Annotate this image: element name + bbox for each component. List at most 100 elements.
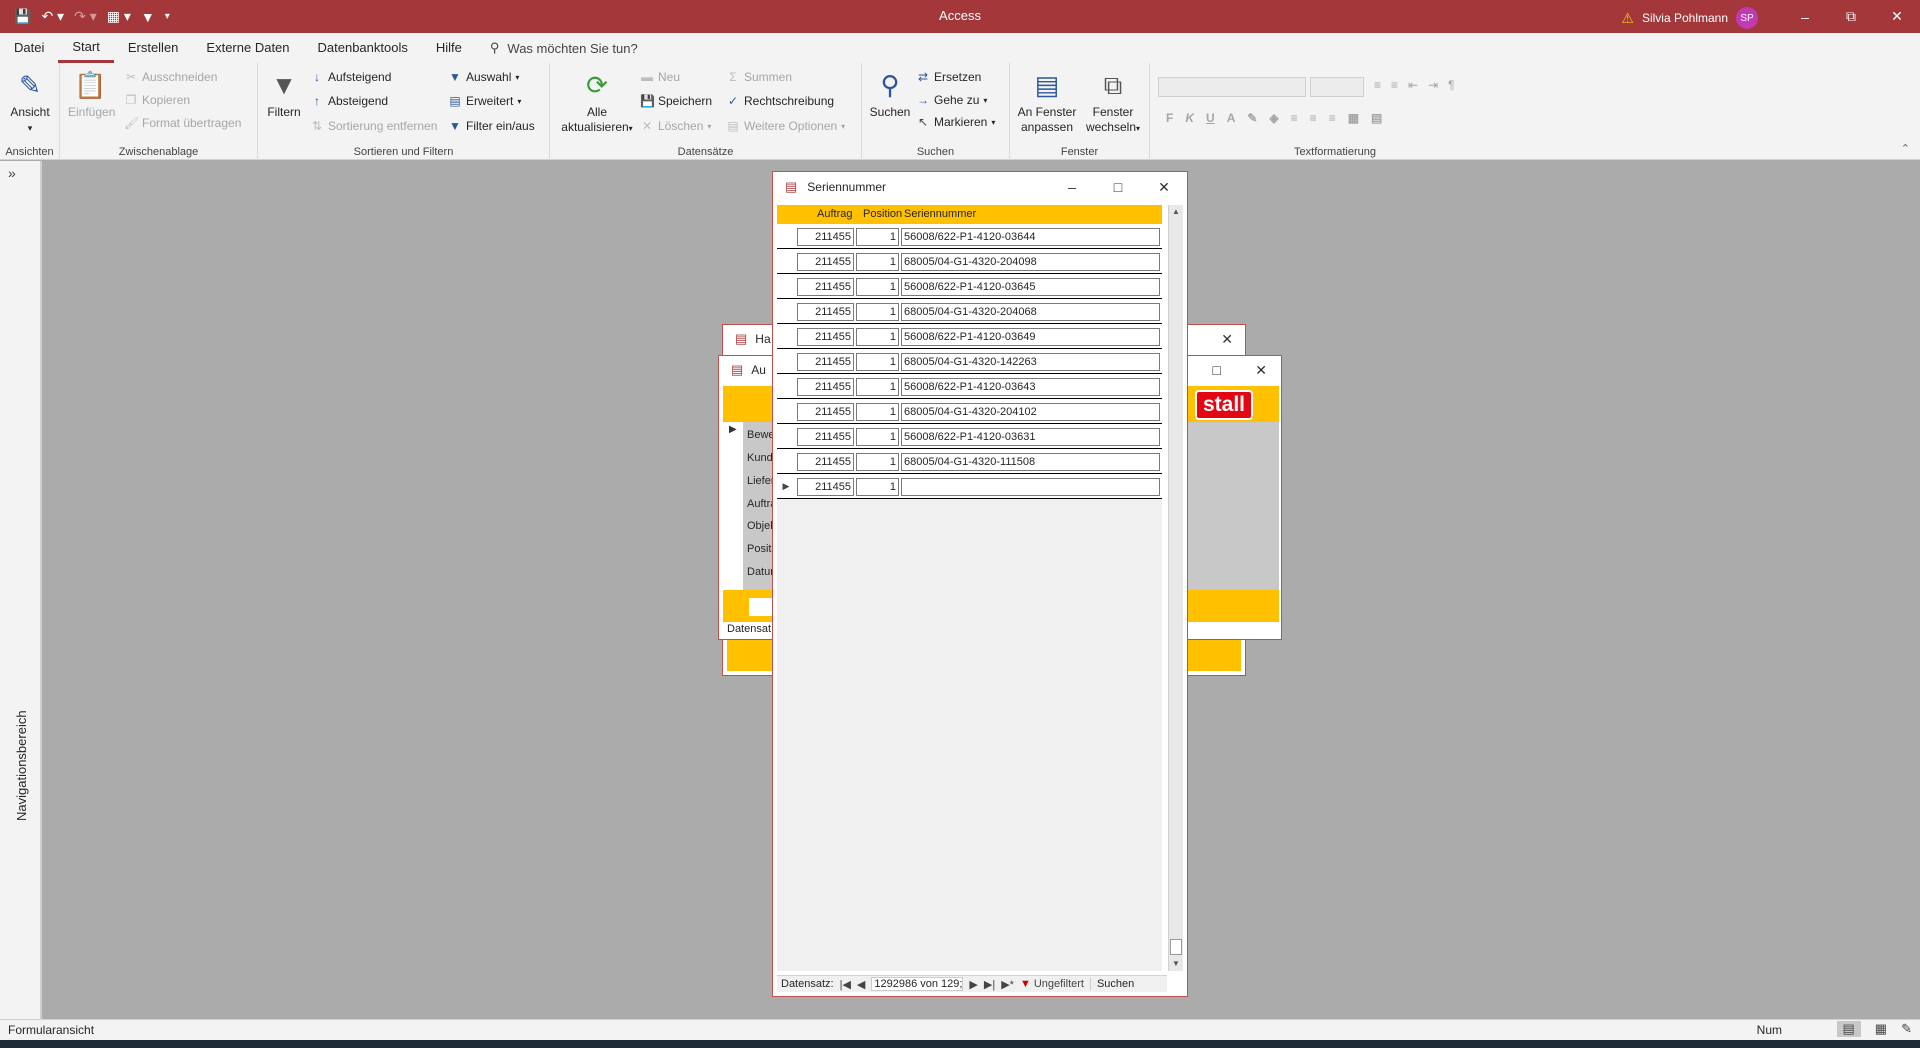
speichern-button[interactable]: 💾 Speichern <box>640 94 712 108</box>
position-field[interactable]: 1 <box>856 328 899 346</box>
font-size-select[interactable] <box>1310 77 1364 97</box>
record-selector[interactable] <box>777 299 795 323</box>
filtern-button[interactable]: ▼ Filtern <box>264 69 304 120</box>
maximize-icon[interactable]: □ <box>1095 172 1141 202</box>
fill-color-icon[interactable]: ◈ <box>1269 111 1278 125</box>
tab-erstellen[interactable]: Erstellen <box>114 33 193 63</box>
close-icon[interactable]: ✕ <box>1255 362 1267 379</box>
record-selector[interactable]: ▶ <box>777 474 795 498</box>
last-record-icon[interactable]: ▶| <box>984 978 995 991</box>
seriennummer-field[interactable]: 68005/04-G1-4320-142263 <box>901 353 1160 371</box>
kopieren-button[interactable]: ❐ Kopieren <box>124 93 190 107</box>
tab-externe-daten[interactable]: Externe Daten <box>192 33 303 63</box>
align-center-icon[interactable]: ≡ <box>1310 111 1317 125</box>
auftrag-field[interactable]: 211455 <box>797 328 854 346</box>
collapse-ribbon-icon[interactable]: ⌃ <box>1901 142 1910 155</box>
layout-view-icon[interactable]: ✎ <box>1901 1021 1912 1037</box>
new-record-icon[interactable]: ▶* <box>1001 978 1014 991</box>
table-row[interactable]: 211455 1 56008/622-P1-4120-03643 <box>777 374 1162 399</box>
scroll-up-icon[interactable]: ▲ <box>1169 205 1183 219</box>
gridlines-icon[interactable]: ▦ <box>1348 111 1359 125</box>
record-selector[interactable] <box>777 224 795 248</box>
auftrag-field[interactable]: 211455 <box>797 278 854 296</box>
position-field[interactable]: 1 <box>856 403 899 421</box>
highlight-icon[interactable]: ✎ <box>1247 111 1257 125</box>
auswahl-button[interactable]: ▼ Auswahl ▾ <box>448 70 519 84</box>
expand-chevron-icon[interactable]: » <box>8 165 16 181</box>
auftrag-field[interactable]: 211455 <box>797 478 854 496</box>
table-row[interactable]: 211455 1 68005/04-G1-4320-142263 <box>777 349 1162 374</box>
seriennummer-field[interactable]: 68005/04-G1-4320-204068 <box>901 303 1160 321</box>
seriennummer-field[interactable]: 56008/622-P1-4120-03631 <box>901 428 1160 446</box>
nav-search-input[interactable]: Suchen <box>1089 978 1134 990</box>
gehe-zu-button[interactable]: → Gehe zu ▾ <box>916 93 987 107</box>
seriennummer-field[interactable]: 68005/04-G1-4320-111508 <box>901 453 1160 471</box>
rtl-icon[interactable]: ¶ <box>1448 78 1454 92</box>
table-row[interactable]: 211455 1 56008/622-P1-4120-03645 <box>777 274 1162 299</box>
position-field[interactable]: 1 <box>856 453 899 471</box>
table-row[interactable]: 211455 1 68005/04-G1-4320-204098 <box>777 249 1162 274</box>
record-selector[interactable] <box>777 349 795 373</box>
position-field[interactable]: 1 <box>856 378 899 396</box>
seriennummer-window[interactable]: ▤ Seriennummer – □ ✕ Auftrag Position Se… <box>772 171 1188 997</box>
scroll-down-icon[interactable]: ▼ <box>1169 957 1183 971</box>
auftrag-field[interactable]: 211455 <box>797 378 854 396</box>
bold-button[interactable]: F <box>1166 111 1173 125</box>
align-right-icon[interactable]: ≡ <box>1329 111 1336 125</box>
position-field[interactable]: 1 <box>856 278 899 296</box>
position-field[interactable]: 1 <box>856 253 899 271</box>
font-color-icon[interactable]: A <box>1227 111 1236 125</box>
close-icon[interactable]: ✕ <box>1874 0 1920 33</box>
seriennummer-field[interactable]: 68005/04-G1-4320-204102 <box>901 403 1160 421</box>
numbering-icon[interactable]: ≡ <box>1391 78 1398 92</box>
datasheet-view-icon[interactable]: ▦ <box>1875 1021 1887 1037</box>
filter-status-button[interactable]: ▼ Ungefiltert <box>1020 978 1084 990</box>
position-field[interactable]: 1 <box>856 478 899 496</box>
first-record-icon[interactable]: |◀ <box>840 978 851 991</box>
position-field[interactable]: 1 <box>856 228 899 246</box>
scroll-thumb[interactable] <box>1170 939 1182 955</box>
tab-datei[interactable]: Datei <box>0 33 58 63</box>
record-selector[interactable] <box>777 424 795 448</box>
ersetzen-button[interactable]: ⇄ Ersetzen <box>916 70 981 84</box>
tab-start[interactable]: Start <box>58 33 114 63</box>
record-selector[interactable] <box>777 249 795 273</box>
tell-me-box[interactable]: ⚲ Was möchten Sie tun? <box>490 40 638 56</box>
seriennummer-field[interactable]: 56008/622-P1-4120-03643 <box>901 378 1160 396</box>
aufsteigend-button[interactable]: ↓ Aufsteigend <box>310 70 391 84</box>
record-selector[interactable] <box>777 274 795 298</box>
seriennummer-field[interactable]: 56008/622-P1-4120-03645 <box>901 278 1160 296</box>
italic-button[interactable]: K <box>1185 111 1194 125</box>
rechtschreibung-button[interactable]: ✓ Rechtschreibung <box>726 94 834 108</box>
seriennummer-field[interactable] <box>901 478 1160 496</box>
next-record-icon[interactable]: ▶ <box>969 978 977 991</box>
table-row[interactable]: 211455 1 56008/622-P1-4120-03644 <box>777 224 1162 249</box>
erweitert-button[interactable]: ▤ Erweitert ▾ <box>448 94 521 108</box>
an-fenster-anpassen-button[interactable]: ▤ An Fenster anpassen <box>1016 69 1078 135</box>
auftrag-field[interactable]: 211455 <box>797 303 854 321</box>
position-field[interactable]: 1 <box>856 428 899 446</box>
record-selector[interactable] <box>777 449 795 473</box>
record-selector[interactable] <box>777 324 795 348</box>
neu-button[interactable]: ▬ Neu <box>640 70 680 84</box>
vertical-scrollbar[interactable]: ▲ ▼ <box>1168 205 1183 971</box>
position-field[interactable]: 1 <box>856 353 899 371</box>
ausschneiden-button[interactable]: ✂ Ausschneiden <box>124 70 217 84</box>
underline-button[interactable]: U <box>1206 111 1215 125</box>
auftrag-field[interactable]: 211455 <box>797 353 854 371</box>
ansicht-button[interactable]: ✎ Ansicht ▾ <box>8 69 52 136</box>
auftrag-field[interactable]: 211455 <box>797 453 854 471</box>
form-view-icon[interactable]: ▤ <box>1836 1021 1861 1037</box>
einfuegen-button[interactable]: 📋 Einfügen <box>68 69 115 120</box>
close-icon[interactable]: ✕ <box>1141 172 1187 202</box>
increase-indent-icon[interactable]: ⇥ <box>1428 78 1438 92</box>
decrease-indent-icon[interactable]: ⇤ <box>1408 78 1418 92</box>
font-name-select[interactable] <box>1158 77 1306 97</box>
user-info[interactable]: ⚠ Silvia Pohlmann SP <box>1621 7 1758 29</box>
minimize-icon[interactable]: – <box>1049 172 1095 202</box>
table-row[interactable]: 211455 1 68005/04-G1-4320-111508 <box>777 449 1162 474</box>
tab-hilfe[interactable]: Hilfe <box>422 33 476 63</box>
table-row[interactable]: 211455 1 56008/622-P1-4120-03631 <box>777 424 1162 449</box>
table-row[interactable]: 211455 1 68005/04-G1-4320-204102 <box>777 399 1162 424</box>
prev-record-icon[interactable]: ◀ <box>857 978 865 991</box>
